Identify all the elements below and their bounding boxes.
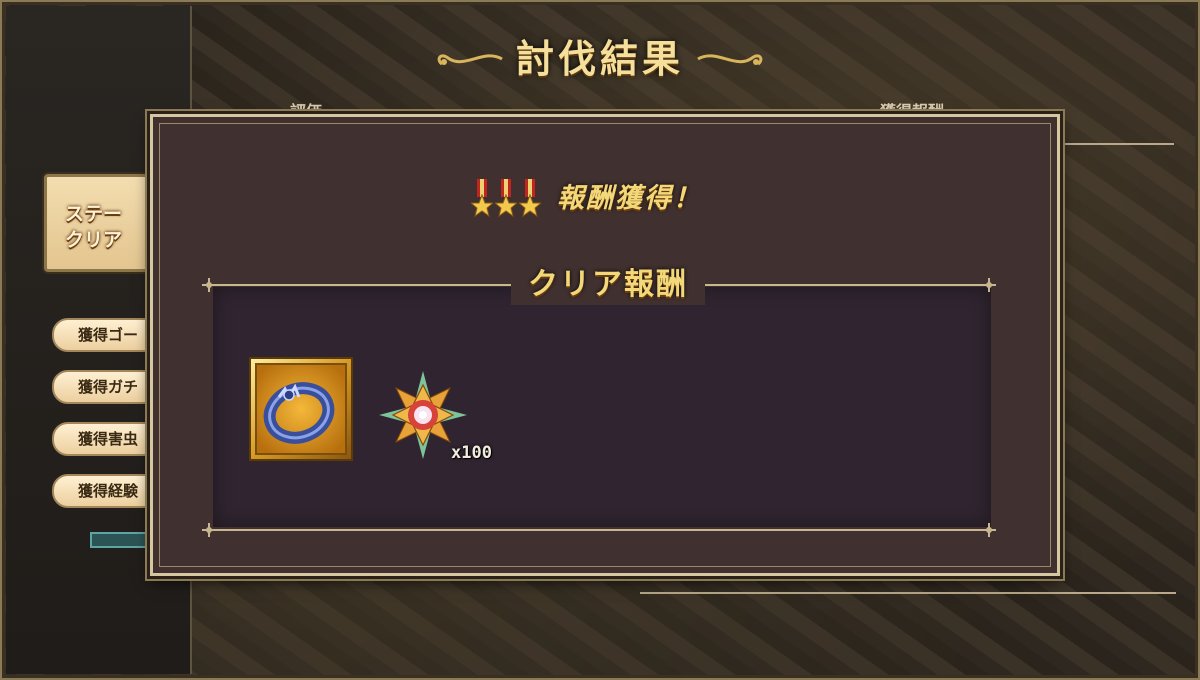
stat-label: 獲得害虫 xyxy=(78,430,139,448)
game-screen: 討伐結果 評価 獲得報酬 ステー クリア 獲得ゴー 獲得ガチ 獲得害虫 獲得経験 xyxy=(0,0,1200,680)
stat-label: 獲得ガチ xyxy=(78,378,139,396)
bg-divider-bottom xyxy=(640,592,1176,594)
fleur-right-icon xyxy=(982,278,996,292)
item-quantity: x100 xyxy=(451,443,492,463)
medal-icon xyxy=(471,179,493,218)
fleur-right-icon xyxy=(982,523,996,537)
stat-label: 獲得ゴー xyxy=(78,326,139,344)
reward-modal[interactable]: 報酬獲得！ クリア報酬 x100 xyxy=(150,114,1060,576)
medal-icon xyxy=(495,179,517,218)
reward-obtained-title: 報酬獲得！ xyxy=(557,183,702,214)
stage-clear-label: ステー クリア xyxy=(65,203,123,251)
section-bottom-line xyxy=(209,529,995,531)
bg-divider-top xyxy=(1056,143,1174,145)
reward-header: 報酬獲得！ xyxy=(471,177,771,221)
clear-reward-title: クリア報酬 xyxy=(511,265,705,305)
title-banner: 討伐結果 xyxy=(437,32,763,86)
stage-clear-box: ステー クリア xyxy=(44,174,160,272)
fleur-left-icon xyxy=(202,278,216,292)
stat-label: 獲得経験 xyxy=(78,482,139,500)
flourish-right-icon xyxy=(697,54,763,66)
medal-icon xyxy=(519,179,541,218)
ring-icon[interactable] xyxy=(249,357,353,461)
fleur-left-icon xyxy=(202,523,216,537)
